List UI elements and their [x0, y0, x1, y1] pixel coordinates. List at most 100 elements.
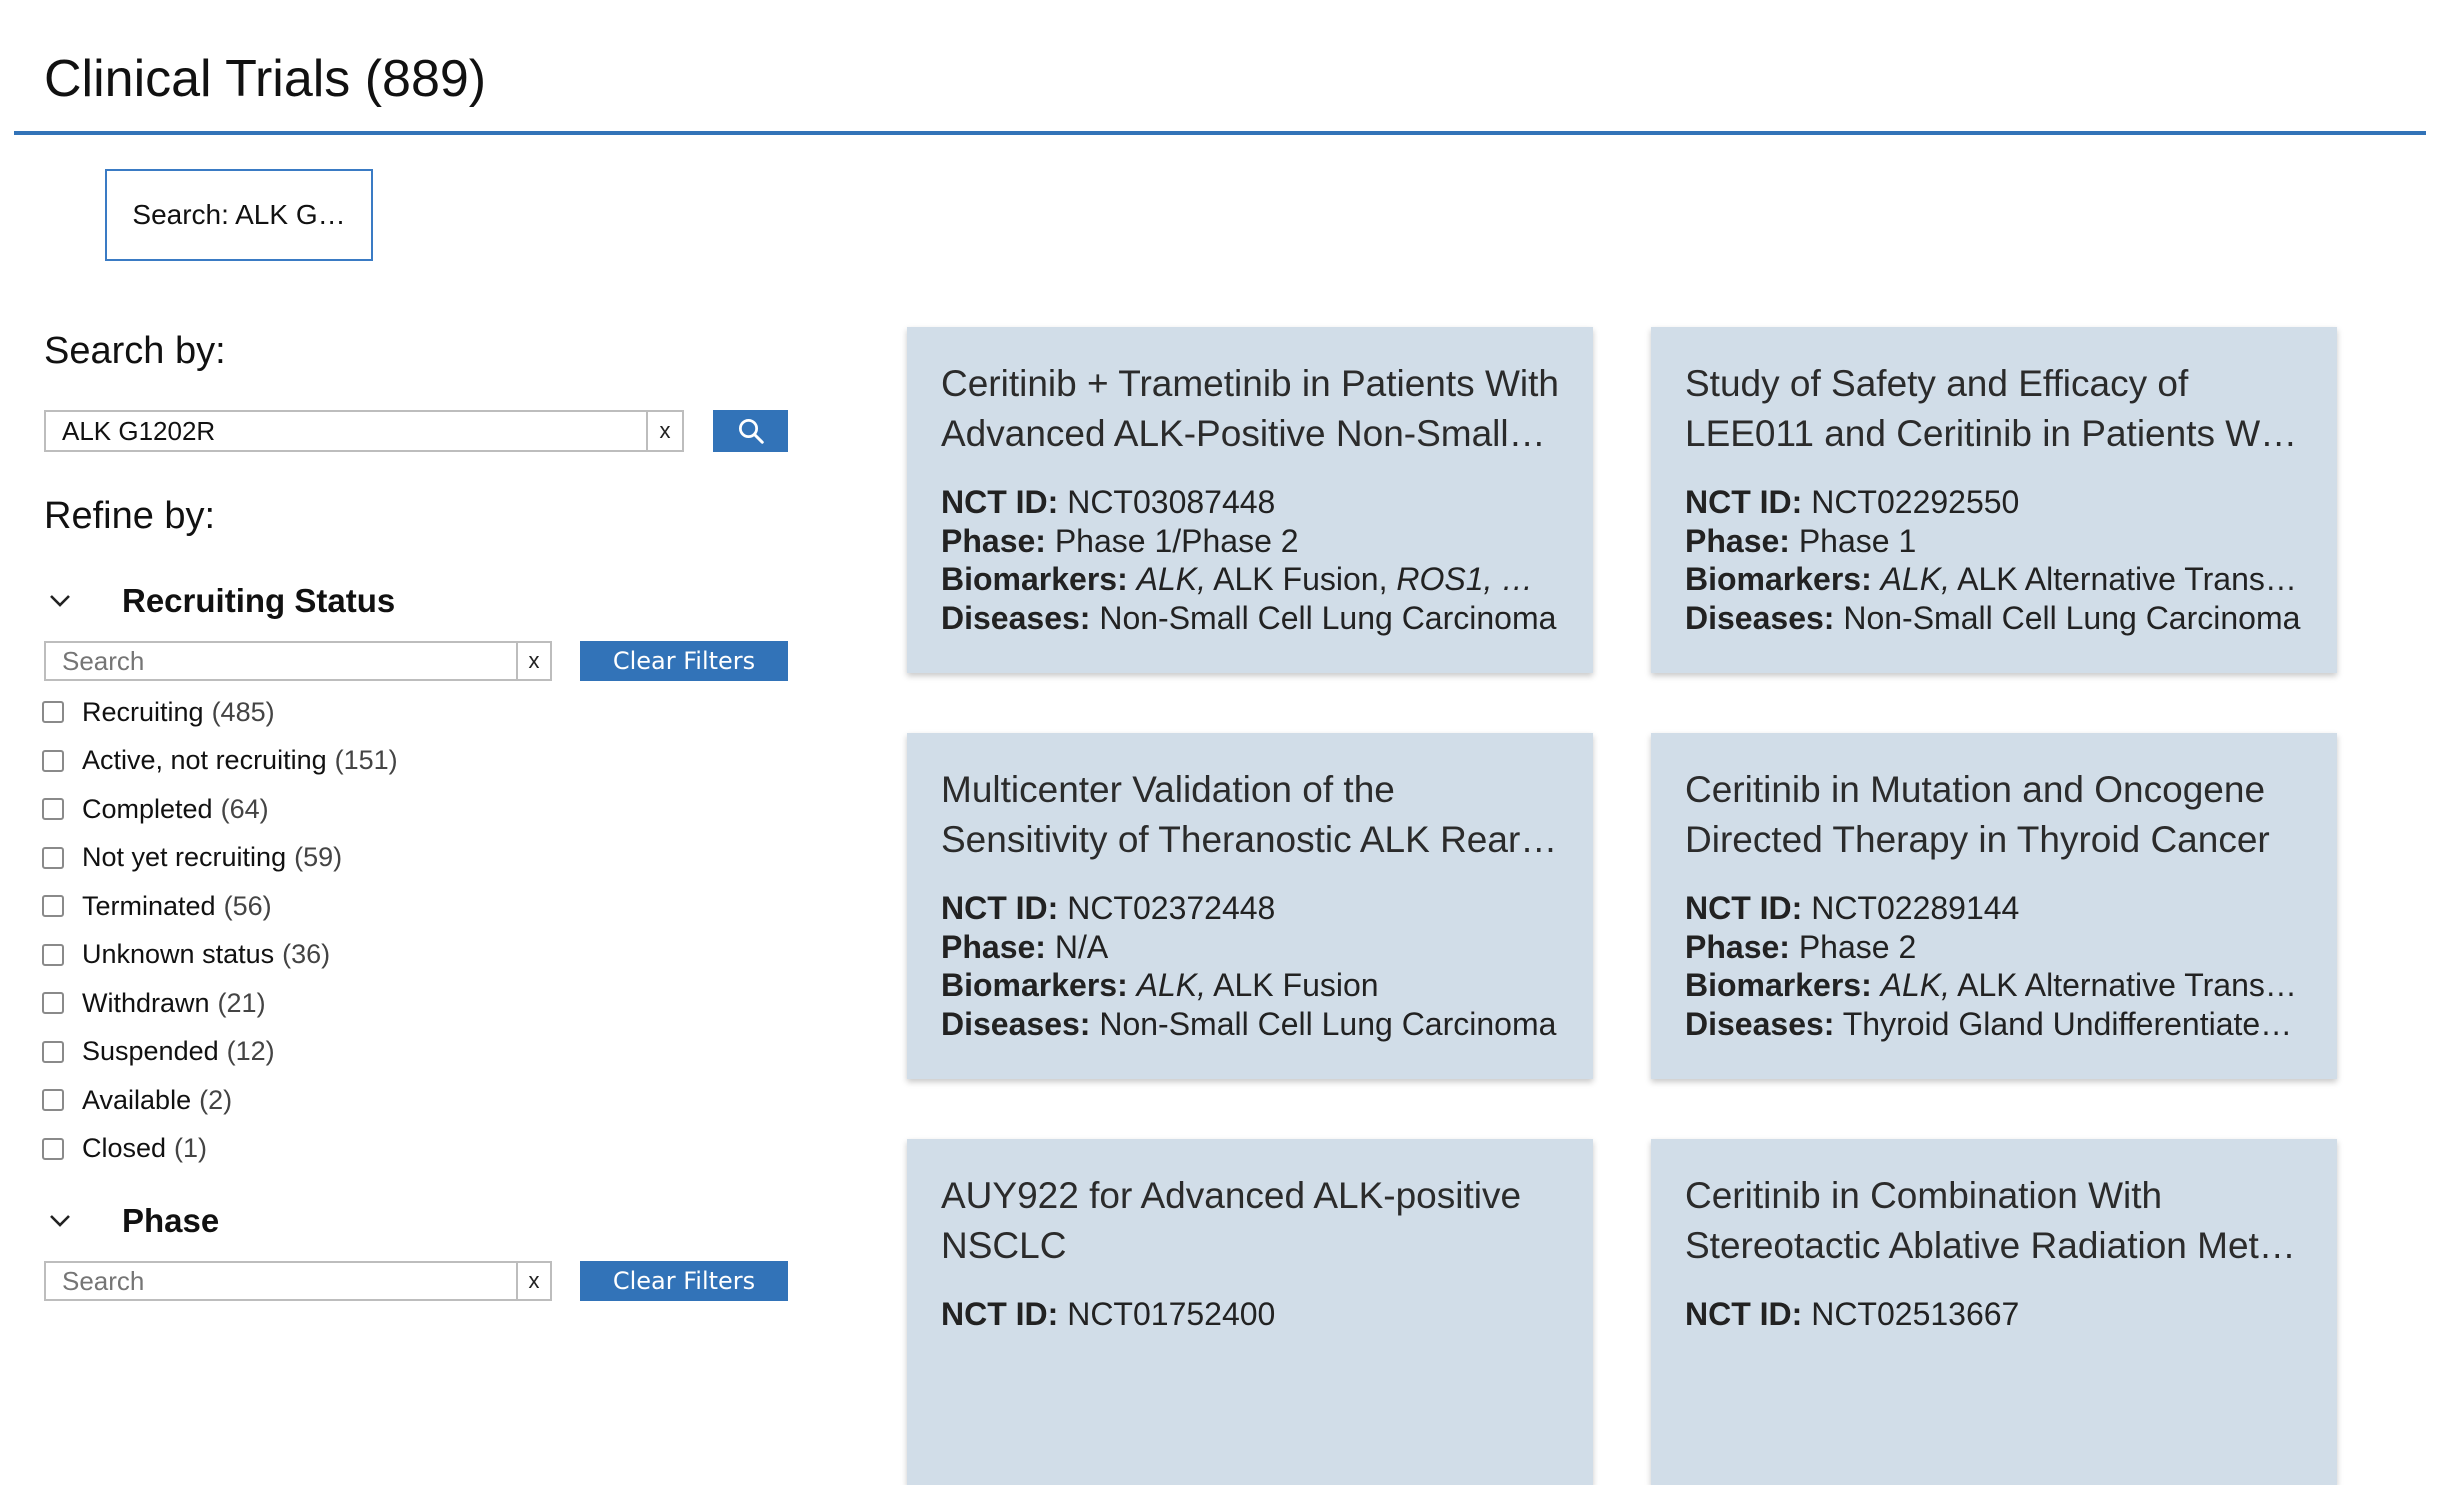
checkbox[interactable]	[42, 798, 64, 821]
biomarker-gene: ALK,	[1880, 561, 1951, 597]
facet-option-count: (1)	[174, 1133, 208, 1164]
facet-option-count: (36)	[282, 939, 331, 970]
checkbox[interactable]	[42, 992, 64, 1015]
field-value: NCT02289144	[1811, 890, 2020, 926]
trial-card[interactable]: Ceritinib + Trametinib in Patients With …	[907, 327, 1593, 673]
field-label: Diseases:	[941, 599, 1091, 636]
facet-option-count: (56)	[223, 890, 272, 921]
refine-by-heading: Refine by:	[44, 495, 216, 537]
facet-search-input[interactable]	[44, 1261, 518, 1301]
facet-option-unknown-status[interactable]: Unknown status (36)	[42, 931, 398, 980]
field-value: NCT02372448	[1067, 890, 1276, 926]
checkbox[interactable]	[42, 846, 64, 869]
facet-option-count: (151)	[334, 745, 398, 776]
checkbox[interactable]	[42, 701, 64, 724]
facet-option-count: (64)	[220, 793, 269, 824]
trial-card[interactable]: Ceritinib in Combination With Stereotact…	[1651, 1139, 2337, 1485]
biomarker-value: ALK Fusion	[1213, 967, 1379, 1003]
facet-option-not-yet-recruiting[interactable]: Not yet recruiting (59)	[42, 834, 398, 883]
facet-option-terminated[interactable]: Terminated (56)	[42, 882, 398, 931]
facet-option-label: Active, not recruiting	[82, 745, 327, 776]
trial-diseases: Diseases: Non-Small Cell Lung Carcinoma	[941, 599, 1559, 638]
facet-option-available[interactable]: Available (2)	[42, 1076, 398, 1125]
facet-search-clear-button[interactable]: x	[516, 1261, 552, 1301]
trial-biomarkers: Biomarkers: ALK, ALK Alternative Trans…	[1685, 560, 2303, 599]
facet-toggle-phase[interactable]: Phase	[40, 1201, 219, 1241]
trial-card[interactable]: AUY922 for Advanced ALK-positive NSCLC N…	[907, 1139, 1593, 1485]
facet-option-closed[interactable]: Closed (1)	[42, 1125, 398, 1174]
checkbox[interactable]	[42, 943, 64, 966]
magnifier-icon	[738, 419, 764, 444]
facet-option-label: Unknown status	[82, 939, 275, 970]
checkbox[interactable]	[42, 1137, 64, 1160]
field-label: Phase:	[941, 928, 1046, 965]
trial-title: Ceritinib + Trametinib in Patients With …	[941, 363, 1559, 454]
biomarker-gene: ALK,	[1136, 561, 1207, 597]
field-label: Biomarkers:	[1685, 561, 1872, 597]
facet-title: Recruiting Status	[122, 582, 396, 619]
field-label: NCT ID:	[1685, 484, 1803, 520]
facet-option-recruiting[interactable]: Recruiting (485)	[42, 688, 398, 737]
trial-phase: Phase: Phase 1/Phase 2	[941, 522, 1559, 561]
facet-options-list: Recruiting (485) Active, not recruiting (1…	[42, 688, 398, 1173]
search-filter-chip[interactable]: Search: ALK G…	[105, 169, 373, 261]
field-label: Phase:	[941, 522, 1046, 559]
trial-card[interactable]: Ceritinib in Mutation and Oncogene Direc…	[1651, 733, 2337, 1079]
checkbox[interactable]	[42, 1040, 64, 1063]
clear-filters-button[interactable]: Clear Filters	[580, 641, 788, 681]
field-label: NCT ID:	[941, 890, 1059, 926]
trial-phase: Phase: N/A	[941, 928, 1559, 967]
clear-filters-button[interactable]: Clear Filters	[580, 1261, 788, 1301]
checkbox[interactable]	[42, 1089, 64, 1112]
chevron-down-icon	[40, 581, 80, 621]
field-value: N/A	[1054, 928, 1109, 965]
facet-option-completed[interactable]: Completed (64)	[42, 785, 398, 834]
facet-option-label: Closed	[82, 1133, 167, 1164]
trial-biomarkers: Biomarkers: ALK, ALK Fusion	[941, 966, 1559, 1005]
field-label: Biomarkers:	[1685, 967, 1872, 1003]
facet-search-clear-button[interactable]: x	[516, 641, 552, 681]
facet-title: Phase	[122, 1202, 220, 1239]
facet-option-label: Completed	[82, 793, 213, 824]
trial-nct-id: NCT ID: NCT02289144	[1685, 889, 2303, 928]
facet-option-count: (12)	[226, 1036, 275, 1067]
trial-nct-id: NCT ID: NCT02513667	[1685, 1295, 2303, 1334]
facet-search-input[interactable]	[44, 641, 518, 681]
checkbox[interactable]	[42, 895, 64, 918]
trial-title: Study of Safety and Efficacy of LEE011 a…	[1685, 363, 2298, 454]
field-label: Phase:	[1685, 928, 1790, 965]
biomarker-value: ALK Fusion,	[1213, 561, 1388, 597]
search-by-heading: Search by:	[44, 330, 226, 372]
facet-option-count: (2)	[199, 1084, 233, 1115]
trial-title: Ceritinib in Combination With Stereotact…	[1685, 1175, 2296, 1266]
trial-biomarkers: Biomarkers: ALK, ALK Fusion, ROS1, …	[941, 560, 1559, 599]
field-value: NCT03087448	[1067, 484, 1276, 520]
facet-option-label: Suspended	[82, 1036, 219, 1067]
facet-option-label: Not yet recruiting	[82, 842, 287, 873]
facet-option-count: (485)	[211, 696, 275, 727]
trial-card[interactable]: Multicenter Validation of the Sensitivit…	[907, 733, 1593, 1079]
trial-nct-id: NCT ID: NCT02372448	[941, 889, 1559, 928]
facet-option-withdrawn[interactable]: Withdrawn (21)	[42, 979, 398, 1028]
facet-option-label: Terminated	[82, 890, 216, 921]
trial-card[interactable]: Study of Safety and Efficacy of LEE011 a…	[1651, 327, 2337, 673]
facet-option-active-not-recruiting[interactable]: Active, not recruiting (151)	[42, 737, 398, 786]
field-label: Diseases:	[941, 1005, 1091, 1042]
search-clear-button[interactable]: x	[646, 410, 684, 452]
biomarker-gene: ALK,	[1880, 967, 1951, 1003]
trial-title: Ceritinib in Mutation and Oncogene Direc…	[1685, 769, 2270, 860]
biomarker-gene: ROS1, …	[1396, 561, 1534, 597]
field-value: NCT02292550	[1811, 484, 2020, 520]
chevron-down-icon	[40, 1201, 80, 1241]
trial-nct-id: NCT ID: NCT01752400	[941, 1295, 1559, 1334]
facet-toggle-recruiting-status[interactable]: Recruiting Status	[40, 581, 395, 621]
facet-option-label: Available	[82, 1084, 192, 1115]
field-value: Phase 1/Phase 2	[1054, 522, 1299, 559]
checkbox[interactable]	[42, 749, 64, 772]
search-input[interactable]	[44, 410, 648, 452]
search-submit-button[interactable]	[713, 410, 788, 452]
page-title: Clinical Trials (889)	[44, 50, 487, 108]
facet-option-count: (21)	[217, 987, 266, 1018]
facet-option-suspended[interactable]: Suspended (12)	[42, 1028, 398, 1077]
field-label: Diseases:	[1685, 599, 1835, 636]
